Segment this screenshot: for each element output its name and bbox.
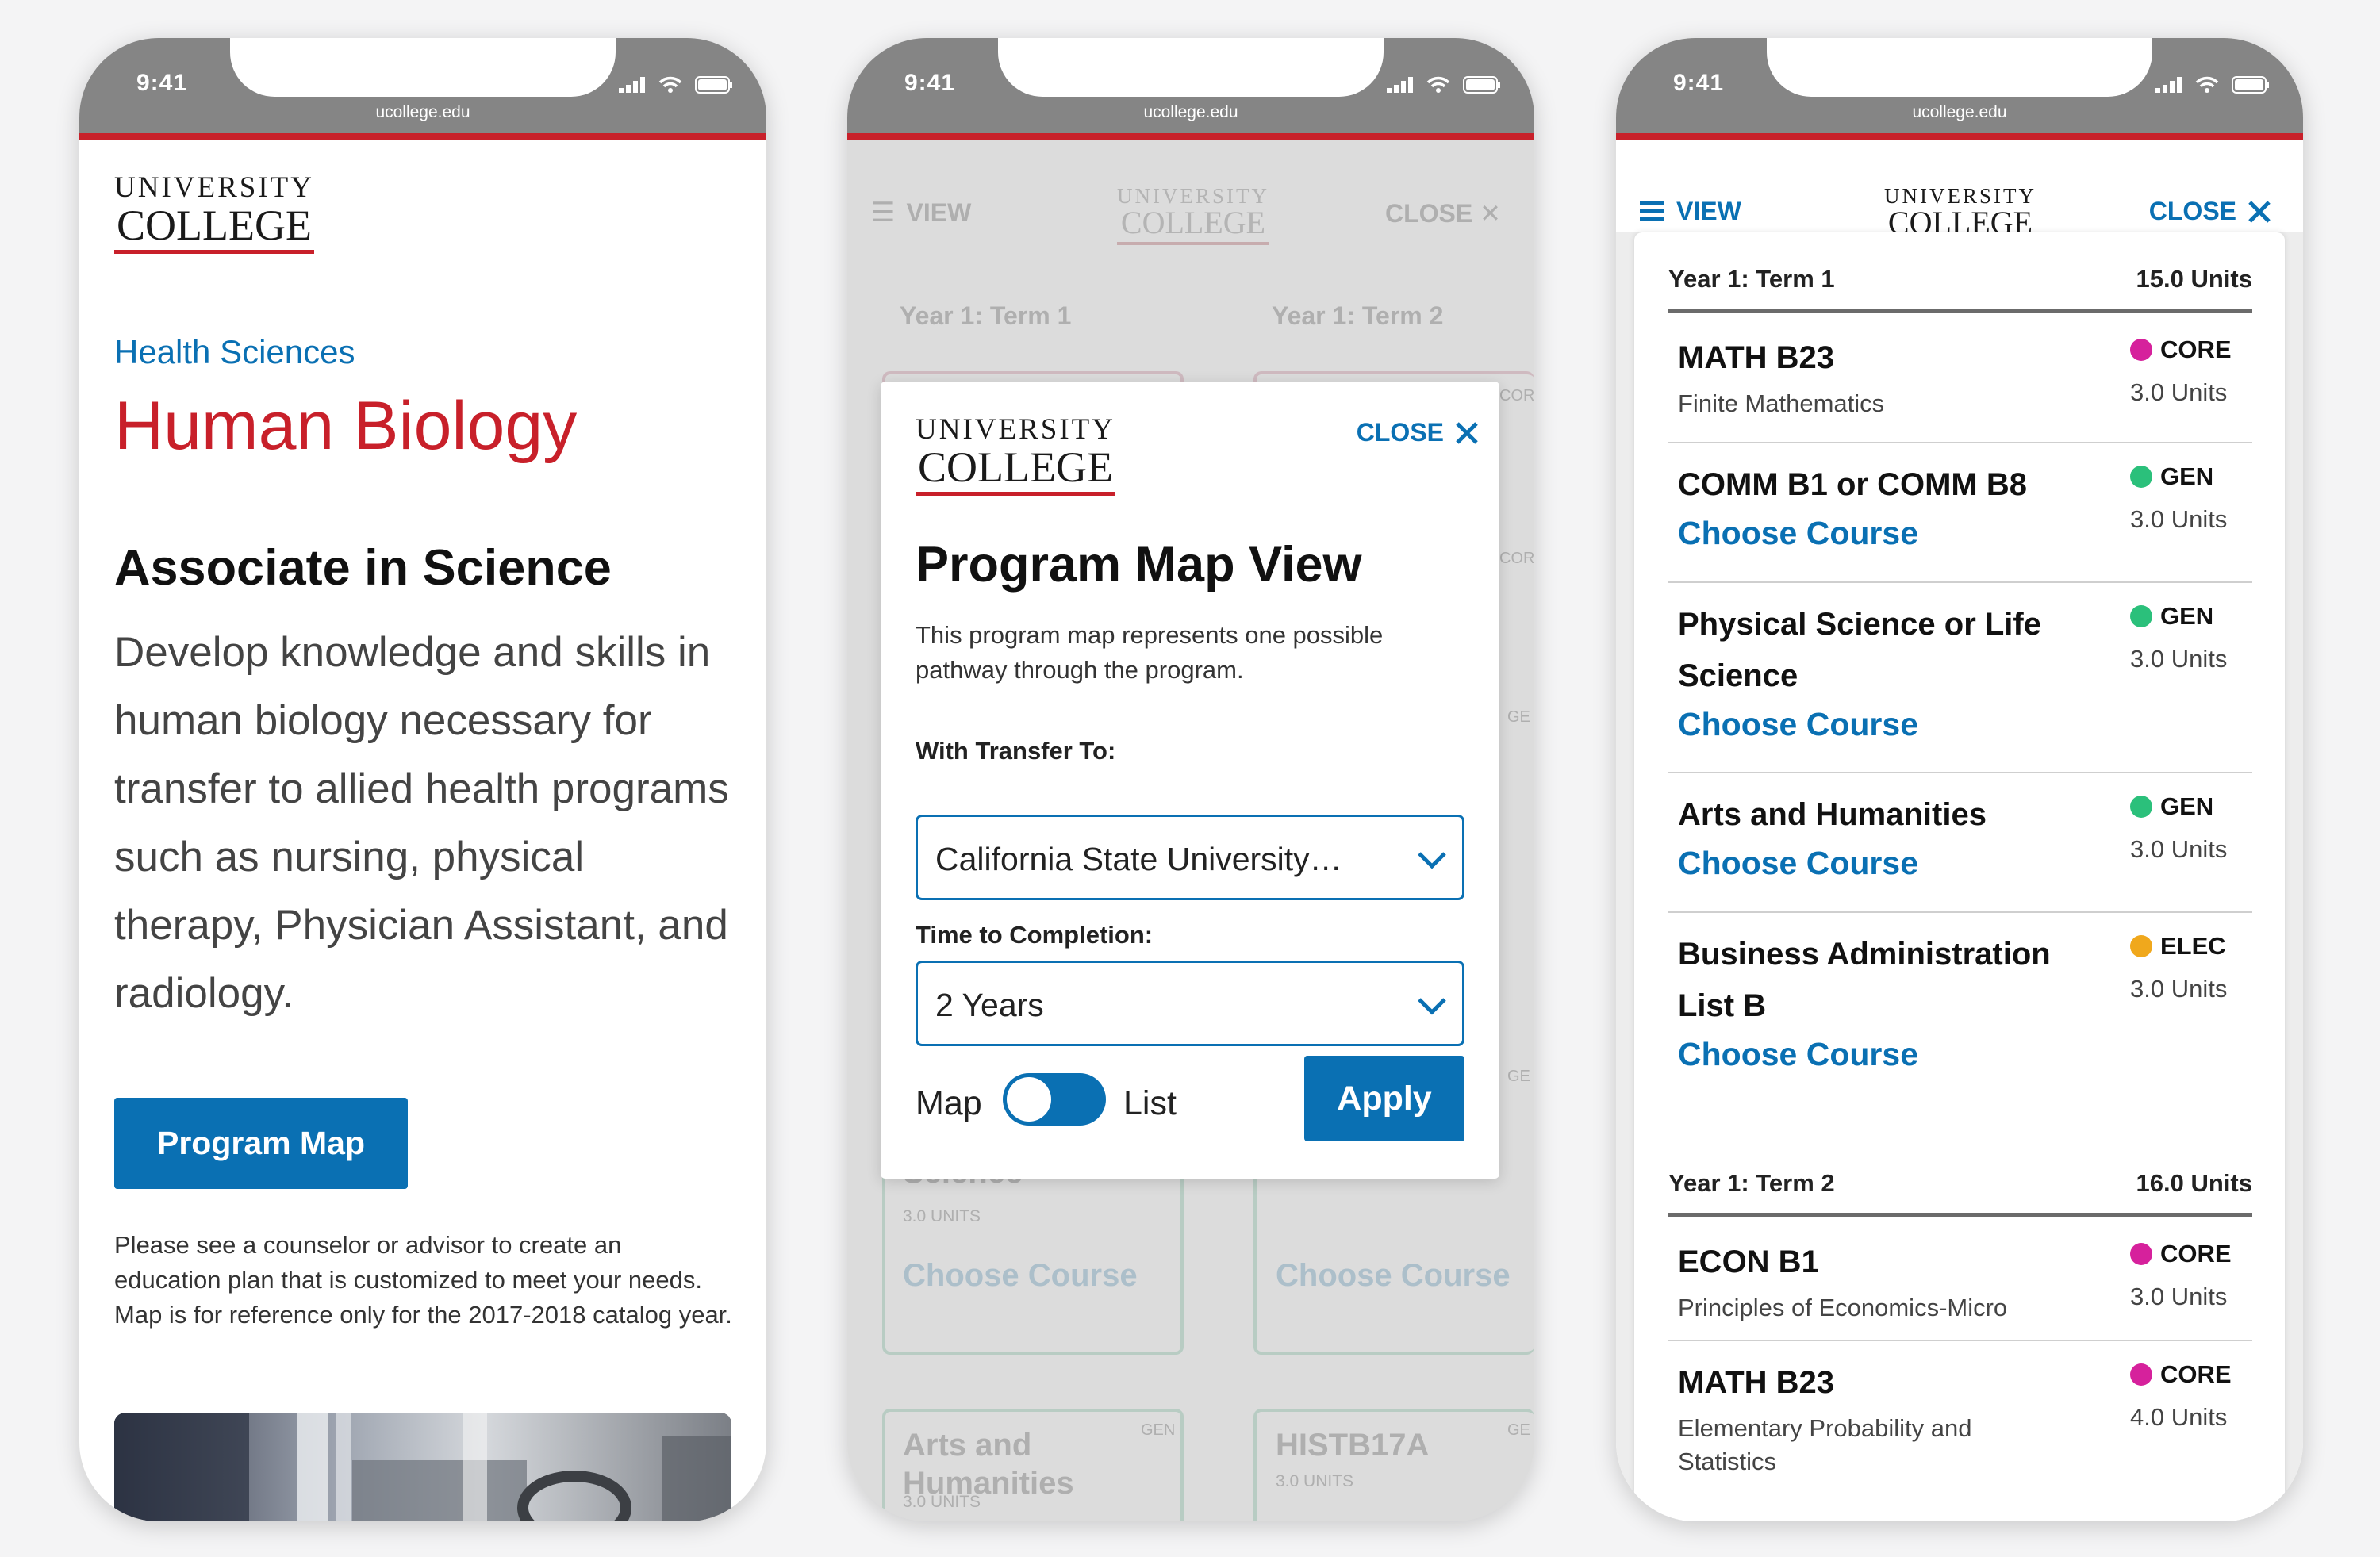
program-description: Develop knowledge and skills in human bi…	[114, 629, 729, 1017]
wifi-icon	[658, 76, 682, 93]
signal-icon	[2155, 77, 2182, 93]
program-map-button[interactable]: Program Map	[114, 1098, 408, 1189]
phone-program-detail: 9:41 ucollege.edu UNIVERSITY COLLEGE Hea…	[79, 38, 766, 1521]
list-item[interactable]: MATH B23 Finite Mathematics CORE 3.0 Uni…	[1668, 316, 2252, 443]
program-title: Human Biology	[114, 388, 578, 464]
list-item[interactable]: MATH B23 Elementary Probability and Stat…	[1668, 1341, 2252, 1521]
status-bar: 9:41 ucollege.edu	[847, 38, 1534, 133]
counselor-note: Please see a counselor or advisor to cre…	[114, 1231, 732, 1329]
course-tag: GEN	[2130, 462, 2213, 491]
status-bar: 9:41 ucollege.edu	[79, 38, 766, 133]
status-time: 9:41	[136, 70, 188, 96]
core-dot-icon	[2130, 339, 2152, 361]
map-list-toggle[interactable]	[1003, 1073, 1106, 1126]
apply-button[interactable]: Apply	[1304, 1056, 1464, 1141]
chevron-down-icon	[1418, 998, 1446, 1015]
degree-heading: Associate in Science	[114, 540, 612, 596]
battery-icon	[695, 76, 732, 94]
transfer-select[interactable]: California State University…	[916, 815, 1464, 900]
url-bar[interactable]: ucollege.edu	[79, 103, 766, 122]
status-time: 9:41	[1673, 70, 1725, 96]
department-link[interactable]: Health Sciences	[114, 333, 355, 371]
notch	[998, 38, 1384, 97]
term-header: Year 1: Term 2 16.0 Units	[1668, 1169, 2252, 1217]
time-label: Time to Completion:	[916, 921, 1154, 949]
brand-rule	[79, 133, 766, 140]
course-tag: CORE	[2130, 1360, 2232, 1389]
status-icons	[2155, 76, 2270, 94]
logo-line2: COLLEGE	[117, 201, 312, 249]
choose-course-link[interactable]: Choose Course	[1678, 515, 1918, 552]
course-tag: CORE	[2130, 336, 2232, 364]
close-button[interactable]: CLOSE	[2149, 197, 2271, 226]
toggle-map-label: Map	[916, 1084, 982, 1122]
modal-close-button[interactable]: CLOSE	[1357, 418, 1479, 447]
modal-description: This program map represents one possible…	[916, 621, 1384, 684]
notch	[230, 38, 616, 97]
chevron-down-icon	[1418, 852, 1446, 869]
menu-icon	[1640, 201, 1664, 221]
course-tag: GEN	[2130, 602, 2213, 631]
course-tag: CORE	[2130, 1240, 2232, 1268]
modal-title: Program Map View	[916, 537, 1362, 593]
url-bar[interactable]: ucollege.edu	[847, 103, 1534, 122]
toggle-list-label: List	[1123, 1084, 1177, 1122]
wifi-icon	[2195, 76, 2219, 93]
choose-course-link[interactable]: Choose Course	[1678, 1036, 1918, 1073]
view-menu-button[interactable]: VIEW	[1640, 197, 1741, 226]
course-tag: ELEC	[2130, 932, 2226, 961]
signal-icon	[1387, 77, 1413, 93]
elec-dot-icon	[2130, 935, 2152, 957]
list-item[interactable]: ECON B1 Principles of Economics-Micro CO…	[1668, 1221, 2252, 1341]
program-map-view-modal: UNIVERSITY COLLEGE CLOSE Program Map Vie…	[881, 382, 1499, 1179]
notch	[1767, 38, 2152, 97]
core-dot-icon	[2130, 1243, 2152, 1265]
status-icons	[619, 76, 733, 94]
status-time: 9:41	[904, 70, 956, 96]
logo-line1: UNIVERSITY	[114, 171, 314, 204]
lab-image	[114, 1413, 731, 1521]
logo-underline	[114, 250, 314, 254]
list-item[interactable]: Physical Science or Life Science Choose …	[1668, 583, 2252, 773]
lab-photo	[114, 1413, 731, 1521]
course-tag: GEN	[2130, 792, 2213, 821]
signal-icon	[619, 77, 645, 93]
close-icon	[1456, 421, 1478, 444]
url-bar[interactable]: ucollege.edu	[1616, 103, 2303, 122]
status-bar: 9:41 ucollege.edu	[1616, 38, 2303, 133]
list-item[interactable]: Arts and Humanities Choose Course GEN 3.…	[1668, 773, 2252, 913]
term-header: Year 1: Term 1 15.0 Units	[1668, 265, 2252, 313]
time-select[interactable]: 2 Years	[916, 961, 1464, 1046]
close-icon	[2248, 200, 2271, 223]
battery-icon	[1463, 76, 1500, 94]
university-logo[interactable]: UNIVERSITY COLLEGE	[114, 173, 314, 254]
gen-dot-icon	[2130, 605, 2152, 627]
choose-course-link[interactable]: Choose Course	[1678, 845, 1918, 882]
phone-list-view: 9:41 ucollege.edu VIEW UNIVERSITY COLLEG…	[1616, 38, 2303, 1521]
toggle-knob	[1007, 1077, 1051, 1122]
gen-dot-icon	[2130, 466, 2152, 488]
phone-map-view-modal: 9:41 ucollege.edu ☰ VIEW UNIVERSITY COLLE…	[847, 38, 1534, 1521]
list-item[interactable]: COMM B1 or COMM B8 Choose Course GEN 3.0…	[1668, 443, 2252, 583]
core-dot-icon	[2130, 1363, 2152, 1386]
brand-rule	[847, 133, 1534, 140]
battery-icon	[2232, 76, 2269, 94]
transfer-label: With Transfer To:	[916, 737, 1116, 765]
wifi-icon	[1426, 76, 1450, 93]
choose-course-link[interactable]: Choose Course	[1678, 706, 1918, 743]
modal-logo: UNIVERSITY COLLEGE	[916, 415, 1115, 496]
brand-rule	[1616, 133, 2303, 140]
status-icons	[1387, 76, 1501, 94]
time-value: 2 Years	[935, 987, 1044, 1023]
transfer-value: California State University…	[935, 841, 1342, 877]
list-item[interactable]: Business Administration List B Choose Co…	[1668, 913, 2252, 1103]
gen-dot-icon	[2130, 796, 2152, 818]
